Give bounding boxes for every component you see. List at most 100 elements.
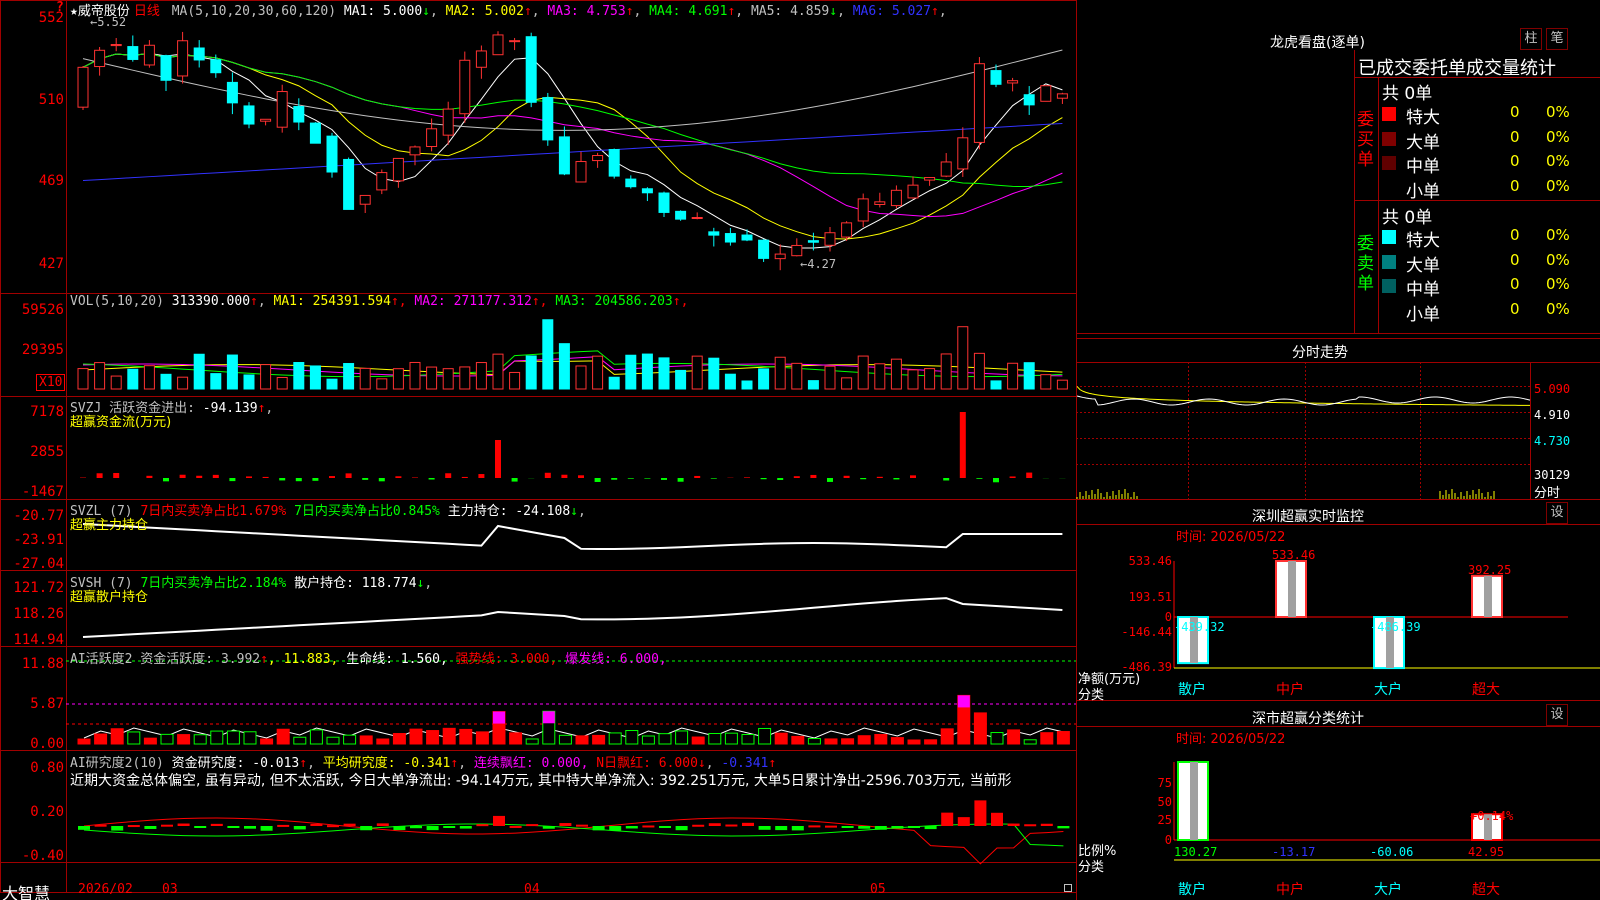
research-bar — [1024, 824, 1037, 827]
fund-flow-bar — [843, 475, 850, 478]
vol-value: 313390.000 — [171, 294, 251, 309]
activity-burst — [493, 711, 505, 724]
ma-value-5: 4.859 — [790, 4, 830, 19]
research-bar — [177, 823, 190, 826]
volume-bar — [658, 357, 670, 390]
candle-up — [77, 66, 89, 108]
favorite-icon[interactable]: ★ — [70, 4, 78, 19]
activity-bar — [442, 727, 456, 745]
sell-row-swatch — [1382, 254, 1396, 269]
monitor-category: 大户 — [1374, 681, 1402, 698]
activity-bar — [143, 737, 157, 745]
activity-bar — [558, 734, 572, 745]
monitor-y-tick: -146.44 — [1121, 625, 1172, 639]
research-bar — [592, 826, 605, 831]
activity-bar — [343, 734, 357, 745]
activity-bar — [741, 733, 755, 745]
research-bar — [410, 826, 422, 829]
svsh-t3: 散户持仓: 118.774 — [294, 576, 417, 591]
activity-bar — [1023, 739, 1037, 745]
ma-label-5: MA5: — [743, 4, 791, 19]
research-bar — [360, 826, 373, 831]
svzl-t2: 7日内买卖净占比0.845% — [294, 504, 440, 519]
activity-bar — [525, 738, 539, 745]
activity-bar — [857, 735, 871, 745]
research-bar — [393, 826, 406, 831]
fund-flow-bar — [561, 474, 568, 478]
ai2-header: AI研究度2(10) 资金研究度: -0.013↑, 平均研究度: -0.341… — [70, 756, 777, 771]
research-bar — [825, 825, 837, 828]
vol-ma-values: MA1: 254391.594↑, MA2: 271177.312↑, MA3:… — [274, 294, 689, 309]
activity-bar — [309, 729, 323, 745]
tick-view-button[interactable]: 笔 — [1546, 28, 1568, 50]
price-header: ★威帝股份 日线 MA(5,10,20,30,60,120) MA1: 5.000… — [70, 0, 947, 19]
activity-bar — [575, 735, 589, 745]
vol-header: VOL(5,10,20) 313390.000 ↑, MA1: 254391.59… — [70, 294, 689, 309]
price-axis-label: 469 — [38, 173, 64, 189]
monitor-bar-label: 533.46 — [1272, 548, 1315, 562]
fund-flow-bar — [544, 472, 551, 478]
svzj-value: -94.139 — [202, 401, 258, 416]
activity-bar — [260, 738, 274, 745]
sell-row-label: 大单 — [1406, 255, 1440, 276]
low-label: ←4.27 — [800, 257, 836, 271]
ma-label-1: MA1: — [343, 4, 384, 19]
ma-value-4: 4.691 — [688, 4, 728, 19]
buy-row-swatch — [1382, 156, 1396, 170]
research-bar — [841, 826, 854, 828]
price-axis-label: 552 — [38, 10, 64, 26]
order-stats-header: 已成交委托单成交量统计 — [1358, 58, 1556, 79]
classify-settings-button[interactable]: 设 — [1546, 704, 1568, 726]
fund-flow-bar — [677, 478, 684, 482]
volume-bar — [857, 355, 869, 390]
monitor-settings-button[interactable]: 设 — [1546, 502, 1568, 524]
vol-unit[interactable]: X10 — [36, 374, 66, 391]
volume-bar — [1056, 379, 1068, 390]
volume-bar — [990, 380, 1002, 390]
fund-flow-bar — [594, 478, 601, 482]
intraday-y2: 4.910 — [1534, 408, 1571, 422]
research-bar — [874, 826, 887, 830]
ma-label-6: MA6: — [844, 4, 892, 19]
candle-up — [575, 161, 587, 183]
monitor-y-tick: 0 — [1165, 610, 1172, 624]
classify-y-tick: 25 — [1158, 813, 1172, 827]
ai2-t3: 连续飘红: 0.000, — [473, 756, 589, 771]
fund-flow-bar — [495, 440, 501, 478]
bar-view-button[interactable]: 柱 — [1520, 28, 1542, 50]
candle-up — [890, 189, 902, 207]
research-bar — [327, 825, 339, 828]
volume-bar — [260, 364, 272, 390]
sell-row-label: 小单 — [1406, 304, 1440, 325]
activity-bar — [77, 738, 91, 745]
buy-total: 共 0单 — [1382, 84, 1433, 104]
dragon-title: 龙虎看盘(逐单) — [1270, 35, 1365, 51]
monitor-y-tick: 533.46 — [1129, 554, 1172, 568]
activity-bar — [210, 730, 224, 745]
ma-header: MA(5,10,20,30,60,120) — [171, 4, 337, 19]
candle-down — [326, 135, 338, 173]
vol-ma-value-2: 271177.312 — [453, 294, 532, 309]
lock-icon[interactable] — [1064, 884, 1072, 892]
sell-row-pct: 0% — [1546, 299, 1570, 318]
activity-bar — [940, 728, 954, 745]
svzl-axis-label: -23.91 — [13, 532, 64, 548]
ai2-t2: 平均研究度: -0.341 — [322, 756, 451, 771]
candle-up — [376, 172, 388, 191]
fund-flow-bar — [710, 478, 717, 479]
activity-bar — [326, 736, 340, 745]
volume-bar — [193, 353, 205, 390]
period-label[interactable]: 日线 — [134, 4, 160, 19]
classify-cat-label: 分类 — [1078, 860, 1105, 875]
ai2-title: AI研究度2(10) — [70, 756, 164, 771]
activity-bar — [459, 728, 473, 745]
research-bar — [675, 826, 688, 831]
volume-bar — [824, 365, 836, 390]
research-bar — [144, 826, 157, 829]
sell-row-label: 中单 — [1406, 280, 1440, 300]
volume-bar — [558, 343, 570, 390]
ai2-t5: -0.341 — [721, 756, 769, 771]
candle-down — [608, 149, 620, 177]
candle-down — [293, 106, 305, 123]
activity-bar — [193, 734, 207, 745]
